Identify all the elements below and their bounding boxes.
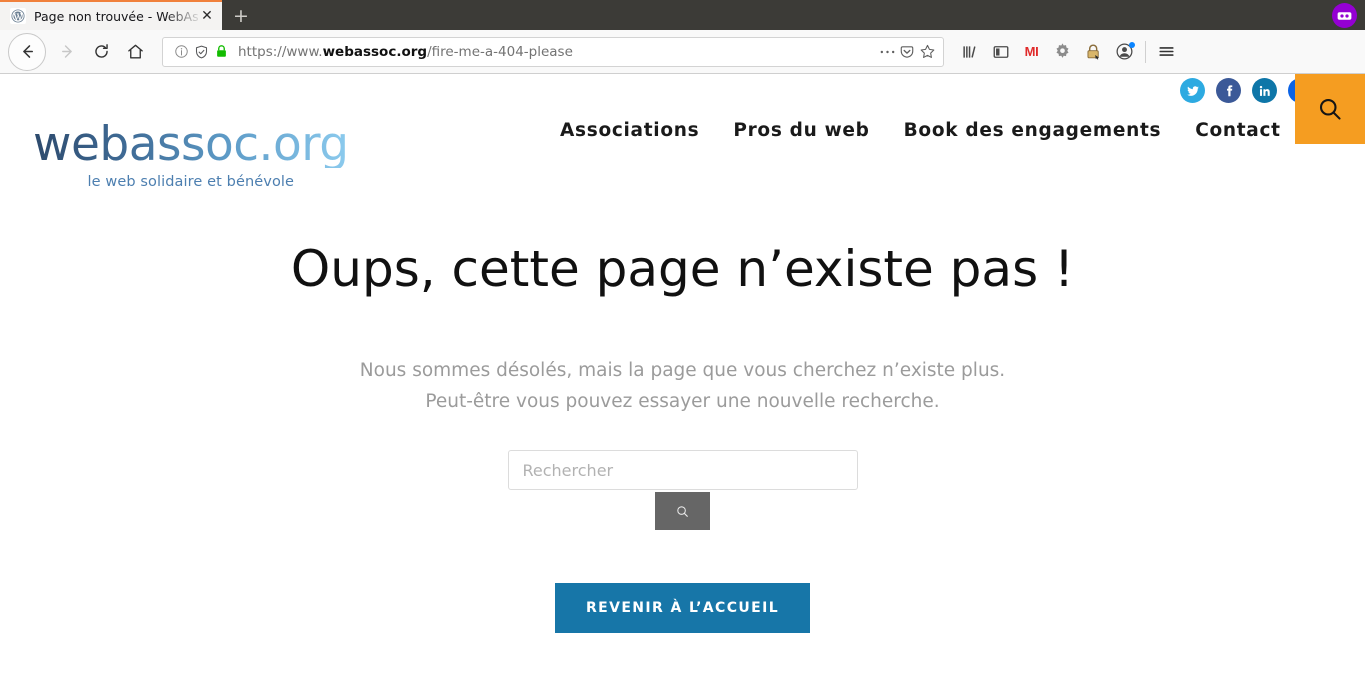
forward-button[interactable] — [50, 37, 84, 67]
sidebar-icon[interactable] — [985, 37, 1016, 67]
close-icon[interactable]: ✕ — [198, 7, 216, 25]
gear-extension-icon[interactable] — [1047, 37, 1078, 67]
tab-title: Page non trouvée - WebAssoc.org — [34, 8, 198, 24]
tracking-protection-shield-icon[interactable] — [191, 42, 211, 62]
site-logo[interactable]: webassoc.org le web solidaire et bénévol… — [33, 121, 349, 190]
account-notification-dot — [1129, 41, 1135, 48]
extension-toolbar: MI — [954, 37, 1182, 67]
browser-tab[interactable]: Page non trouvée - WebAssoc.org ✕ — [0, 0, 222, 30]
search-form — [0, 450, 1365, 530]
logo-wordmark: webassoc.org — [33, 117, 349, 172]
error-description-line-2: Peut-être vous pouvez essayer une nouvel… — [425, 391, 940, 412]
reload-button[interactable] — [84, 37, 118, 67]
account-icon[interactable] — [1109, 37, 1140, 67]
back-button[interactable] — [8, 32, 46, 71]
tab-strip: Page non trouvée - WebAssoc.org ✕ + — [0, 0, 1365, 30]
url-actions — [877, 42, 937, 62]
browser-window: Page non trouvée - WebAssoc.org ✕ + — [0, 0, 1365, 694]
toolbar-divider — [1145, 40, 1146, 63]
page-info-icon[interactable] — [171, 42, 191, 62]
search-submit-button[interactable] — [655, 492, 710, 530]
padlock-secure-icon[interactable] — [211, 42, 231, 62]
logo-tagline: le web solidaire et bénévole — [87, 174, 295, 190]
padlock-key-extension-icon[interactable] — [1078, 37, 1109, 67]
error-description-line-1: Nous sommes désolés, mais la page que vo… — [359, 360, 1006, 381]
mi-extension-icon[interactable]: MI — [1016, 37, 1047, 67]
back-to-home-button[interactable]: REVENIR À L’ACCUEIL — [554, 583, 811, 633]
nav-item-pros-du-web[interactable]: Pros du web — [733, 120, 869, 141]
url-bar[interactable]: https://www.webassoc.org/fire-me-a-404-p… — [162, 36, 944, 67]
error-content: Oups, cette page n’existe pas ! Nous som… — [0, 194, 1365, 633]
page-content: webassoc.org le web solidaire et bénévol… — [0, 74, 1365, 692]
nav-item-book-des-engagements[interactable]: Book des engagements — [904, 120, 1162, 141]
private-browsing-mask-icon — [1332, 3, 1357, 28]
ellipsis-icon[interactable] — [877, 42, 897, 62]
search-icon — [675, 504, 688, 517]
wordpress-icon — [10, 8, 26, 24]
home-button[interactable] — [118, 37, 152, 67]
star-bookmark-icon[interactable] — [917, 42, 937, 62]
new-tab-button[interactable]: + — [222, 2, 260, 30]
site-header: webassoc.org le web solidaire et bénévol… — [0, 74, 1365, 194]
page-title: Oups, cette page n’existe pas ! — [290, 240, 1075, 298]
browser-toolbar: https://www.webassoc.org/fire-me-a-404-p… — [0, 30, 1365, 74]
error-description: Nous sommes désolés, mais la page que vo… — [0, 355, 1365, 417]
main-navigation: Associations Pros du web Book des engage… — [560, 120, 1281, 141]
nav-item-contact[interactable]: Contact — [1195, 120, 1281, 141]
hamburger-menu-icon[interactable] — [1151, 37, 1182, 67]
header-search-toggle-button[interactable] — [1295, 74, 1365, 144]
url-text[interactable]: https://www.webassoc.org/fire-me-a-404-p… — [238, 44, 877, 60]
nav-item-associations[interactable]: Associations — [560, 120, 699, 141]
search-icon — [1319, 98, 1341, 120]
pocket-icon[interactable] — [897, 42, 917, 62]
library-icon[interactable] — [954, 37, 985, 67]
search-input[interactable] — [507, 450, 858, 490]
